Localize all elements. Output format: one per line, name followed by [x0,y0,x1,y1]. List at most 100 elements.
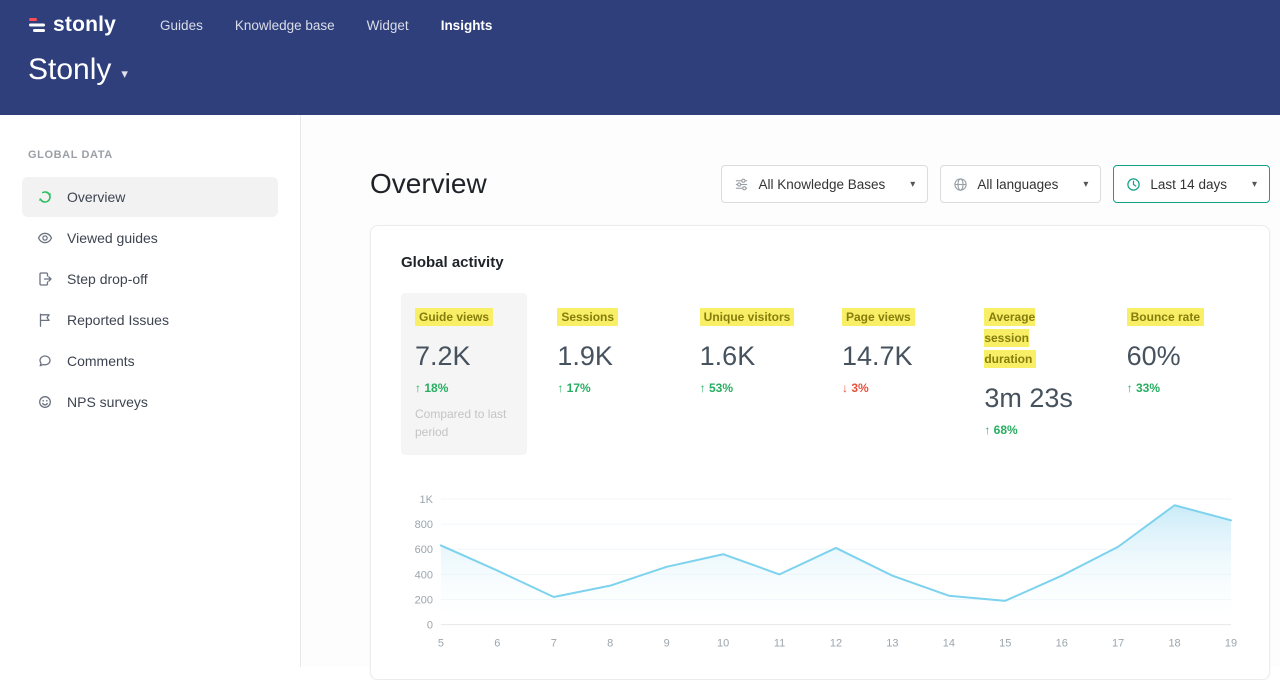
metric-label: Average session duration [984,308,1036,368]
sidebar-item-label: Overview [67,189,125,205]
metric-delta: ↑ 33% [1127,381,1225,395]
sidebar-item-reported-issues[interactable]: Reported Issues [22,300,278,340]
metric-tile-guide-views[interactable]: Guide views 7.2K ↑ 18% Compared to last … [401,293,527,455]
svg-text:19: 19 [1225,638,1237,650]
metric-delta-value: 17% [567,381,591,395]
sidebar-item-label: Comments [67,353,135,369]
logo-text: stonly [53,13,116,37]
main-nav: stonly Guides Knowledge base Widget Insi… [0,0,1280,37]
step-export-icon [37,271,53,287]
svg-text:12: 12 [830,638,842,650]
sidebar-item-comments[interactable]: Comments [22,341,278,381]
sidebar-item-nps-surveys[interactable]: NPS surveys [22,382,278,422]
filter-bar: All Knowledge Bases ▾ All languages ▾ [721,165,1270,203]
knowledge-base-filter[interactable]: All Knowledge Bases ▾ [721,165,928,203]
metric-value: 7.2K [415,341,513,372]
trend-up-icon: ↑ [557,381,563,395]
metric-delta: ↑ 17% [557,381,655,395]
svg-text:600: 600 [415,544,433,556]
svg-text:9: 9 [664,638,670,650]
svg-text:10: 10 [717,638,729,650]
svg-text:8: 8 [607,638,613,650]
metric-delta-value: 68% [994,423,1018,437]
metric-label: Sessions [557,308,618,326]
nav-item-insights[interactable]: Insights [441,18,493,33]
sidebar-section-label: GLOBAL DATA [0,149,300,161]
knowledge-base-filter-value: All Knowledge Bases [758,177,885,192]
svg-text:800: 800 [415,519,433,531]
sidebar-item-label: Step drop-off [67,271,148,287]
metric-delta: ↓ 3% [842,381,940,395]
svg-text:6: 6 [494,638,500,650]
metric-delta: ↑ 68% [984,423,1082,437]
metric-delta-value: 33% [1136,381,1160,395]
metric-delta-value: 3% [851,381,868,395]
metric-label: Page views [842,308,915,326]
svg-text:5: 5 [438,638,444,650]
metric-note: Compared to last period [415,405,513,441]
svg-text:400: 400 [415,569,433,581]
sliders-icon [734,177,749,192]
nav-links: Guides Knowledge base Widget Insights [160,18,492,33]
metric-label: Guide views [415,308,493,326]
svg-text:1K: 1K [420,494,434,506]
language-filter[interactable]: All languages ▾ [940,165,1101,203]
sidebar-item-overview[interactable]: Overview [22,177,278,217]
metric-tile-avg-session-duration[interactable]: Average session duration 3m 23s ↑ 68% [970,293,1096,451]
language-filter-value: All languages [977,177,1058,192]
metric-value: 60% [1127,341,1225,372]
trend-up-icon: ↑ [984,423,990,437]
svg-text:200: 200 [415,595,433,607]
top-header: stonly Guides Knowledge base Widget Insi… [0,0,1280,115]
metric-tile-sessions[interactable]: Sessions 1.9K ↑ 17% [543,293,669,409]
svg-text:11: 11 [774,638,785,650]
flag-icon [37,312,53,328]
sidebar-item-viewed-guides[interactable]: Viewed guides [22,218,278,258]
sync-icon [37,189,53,205]
stonly-logo-icon [28,17,46,33]
metric-value: 1.6K [700,341,798,372]
chevron-down-icon: ▾ [121,66,128,82]
metric-value: 1.9K [557,341,655,372]
metric-value: 14.7K [842,341,940,372]
metric-delta: ↑ 53% [700,381,798,395]
svg-text:14: 14 [943,638,955,650]
clock-icon [1126,177,1141,192]
stonly-logo[interactable]: stonly [28,13,116,37]
svg-text:15: 15 [999,638,1011,650]
sidebar-item-label: Reported Issues [67,312,169,328]
nav-item-guides[interactable]: Guides [160,18,203,33]
workspace-selector[interactable]: Stonly ▾ [0,37,1280,87]
date-range-filter-value: Last 14 days [1150,177,1227,192]
metric-label: Bounce rate [1127,308,1204,326]
svg-text:7: 7 [551,638,557,650]
nav-item-widget[interactable]: Widget [367,18,409,33]
metric-value: 3m 23s [984,383,1082,414]
chevron-down-icon: ▾ [1252,179,1257,190]
globe-icon [953,177,968,192]
nav-item-knowledge-base[interactable]: Knowledge base [235,18,335,33]
page-title: Overview [370,168,487,200]
svg-text:0: 0 [427,620,433,632]
smiley-icon [37,394,53,410]
svg-text:16: 16 [1056,638,1068,650]
sidebar: GLOBAL DATA Overview Viewed guides [0,115,301,667]
main-content: Overview All Knowledge Bases ▾ [301,115,1280,667]
trend-up-icon: ↑ [415,381,421,395]
metric-delta-value: 53% [709,381,733,395]
trend-up-icon: ↑ [700,381,706,395]
sidebar-item-step-drop-off[interactable]: Step drop-off [22,259,278,299]
svg-text:13: 13 [886,638,898,650]
metric-tile-page-views[interactable]: Page views 14.7K ↓ 3% [828,293,954,409]
sidebar-item-label: Viewed guides [67,230,158,246]
comment-icon [37,353,53,369]
eye-icon [37,230,53,246]
metric-tile-unique-visitors[interactable]: Unique visitors 1.6K ↑ 53% [686,293,812,409]
global-activity-card: Global activity Guide views 7.2K ↑ 18% C… [370,225,1270,680]
workspace-title: Stonly [28,53,111,87]
metric-delta-value: 18% [424,381,448,395]
date-range-filter[interactable]: Last 14 days ▾ [1113,165,1270,203]
metric-tile-bounce-rate[interactable]: Bounce rate 60% ↑ 33% [1113,293,1239,409]
card-title: Global activity [401,254,1239,271]
trend-down-icon: ↓ [842,381,848,395]
